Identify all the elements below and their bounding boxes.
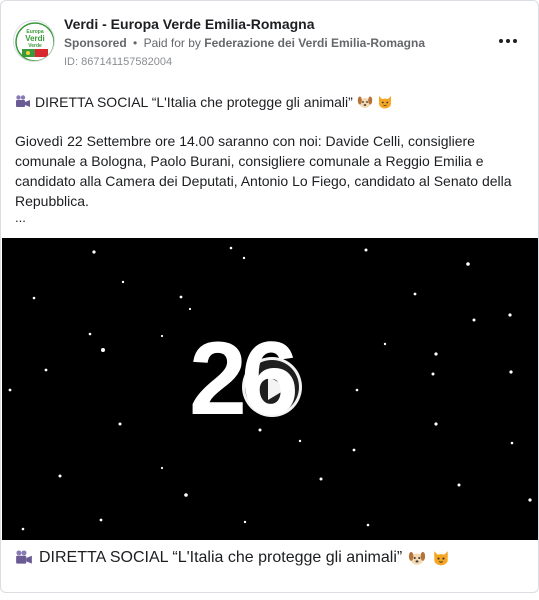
more-options-icon[interactable] — [496, 31, 520, 51]
post-header: Europa Verdi Verde Verdi - Europa Verde … — [1, 1, 538, 79]
logo-icon: Europa Verdi Verde — [14, 21, 54, 61]
cat-face-icon — [434, 551, 448, 566]
post-headline-line: DIRETTA SOCIAL “L'Italia che protegge gl… — [15, 92, 527, 112]
logo-text-verde: Verde — [28, 43, 42, 49]
caption-text: DIRETTA SOCIAL “L'Italia che protegge gl… — [39, 549, 403, 566]
separator-dot: • — [133, 36, 138, 50]
sponsored-label: Sponsored — [64, 36, 127, 50]
video-caption: DIRETTA SOCIAL “L'Italia che protegge gl… — [15, 546, 530, 570]
post-message: DIRETTA SOCIAL “L'Italia che protegge gl… — [15, 92, 527, 229]
post-headline: DIRETTA SOCIAL “L'Italia che protegge gl… — [35, 94, 353, 110]
ad-card: Europa Verdi Verde Verdi - Europa Verde … — [0, 0, 539, 593]
see-more-ellipsis[interactable]: ... — [15, 211, 527, 229]
paid-for-prefix: Paid for by — [143, 36, 201, 50]
play-icon[interactable] — [242, 357, 302, 417]
ad-id: ID: 867141157582004 — [64, 56, 173, 68]
video-camera-icon — [16, 95, 30, 107]
logo-text-verdi: Verdi — [25, 34, 45, 43]
sponsored-meta: Sponsored • Paid for by Federazione dei … — [64, 36, 425, 50]
dog-face-icon — [409, 551, 426, 565]
page-name-link[interactable]: Verdi - Europa Verde Emilia-Romagna — [64, 16, 315, 32]
post-body: Giovedì 22 Settembre ore 14.00 saranno c… — [15, 133, 512, 209]
payer-link[interactable]: Federazione dei Verdi Emilia-Romagna — [204, 36, 425, 50]
page-avatar[interactable]: Europa Verdi Verde — [13, 20, 55, 62]
dog-face-icon — [357, 96, 373, 108]
video-camera-icon — [16, 550, 32, 564]
cat-face-icon — [378, 96, 391, 109]
